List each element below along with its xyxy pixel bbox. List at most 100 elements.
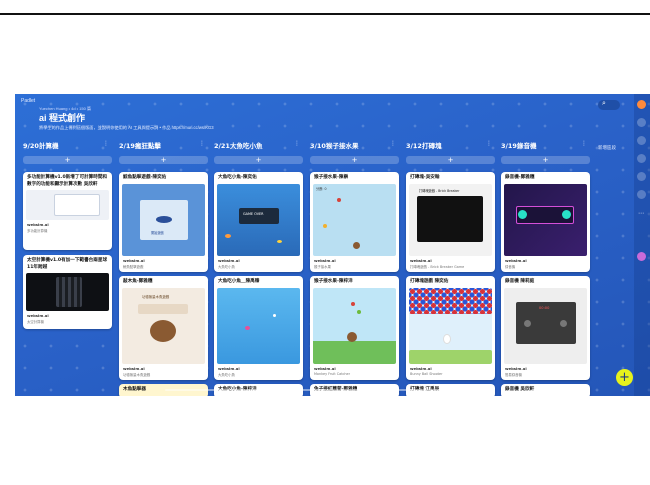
post-thumbnail: [504, 183, 587, 256]
horizontal-scrollbar[interactable]: [15, 388, 634, 392]
post-card[interactable]: 多功能計算機v1.0新增了可計算時間和數字的功能和顯示計算次數 吳欣軒 webs…: [23, 172, 112, 250]
column-1: 9/20計算機 ⋮ + 多功能計算機v1.0新增了可計算時間和數字的功能和顯示計…: [23, 140, 112, 388]
post-title: 鯨魚點擊遊戲-陳奕佑: [123, 175, 167, 180]
post-card[interactable]: 鯨魚點擊遊戲-陳奕佑 開始遊戲 websim.ai 鯨魚點擊遊戲: [119, 172, 208, 272]
post-title: 太空計算機v1.0有加一下範書台兩星球11年跨越: [27, 258, 108, 270]
add-post-fab[interactable]: +: [616, 369, 633, 386]
post-thumbnail: 分數: 0: [313, 183, 396, 256]
column-menu-icon[interactable]: ⋮: [486, 140, 492, 147]
collab-icon[interactable]: [637, 252, 646, 261]
brand-logo[interactable]: Padlet: [21, 98, 35, 104]
board-title: ai 程式創作: [39, 113, 86, 123]
post-caption: 猴子接水果: [314, 264, 331, 269]
add-post-button[interactable]: +: [119, 156, 208, 164]
column-menu-icon[interactable]: ⋮: [294, 140, 300, 147]
post-thumbnail: 功德無量木魚遊戲: [122, 287, 205, 364]
post-caption: 錄音機: [505, 264, 516, 269]
thumb-label: 分數: 0: [316, 186, 327, 191]
settings-icon[interactable]: [637, 190, 646, 199]
column-menu-icon[interactable]: ⋮: [390, 140, 396, 147]
add-section-label[interactable]: 新增區段: [598, 145, 616, 151]
top-divider: [0, 13, 650, 15]
post-title: 猴子接水果-陳梓洋: [314, 279, 353, 284]
post-card[interactable]: 打磚塊遊戲 陳奕佑 websim.ai Bunny Ball Shooter: [406, 276, 495, 380]
post-source[interactable]: websim.ai: [119, 364, 208, 371]
post-title: 猴子接水果-陳楙: [314, 175, 349, 180]
post-source[interactable]: websim.ai: [310, 256, 399, 263]
post-title: 打磚塊-吳安翰: [410, 175, 440, 180]
column-3: 2/21大魚吃小魚 ⋮ + 大魚吃小魚-陳奕佑 GAME OVER websim…: [214, 140, 303, 396]
column-title: 3/12打磚塊: [406, 142, 442, 150]
post-source[interactable]: websim.ai: [501, 256, 590, 263]
edit-icon[interactable]: [637, 118, 646, 127]
post-caption: 多功能計算機: [27, 229, 48, 233]
post-source[interactable]: websim.ai: [310, 364, 399, 371]
scrollbar-thumb[interactable]: [165, 389, 485, 391]
post-thumbnail: 打磚塊遊戲 - Brick Breaker: [409, 183, 492, 256]
post-thumbnail: [217, 287, 300, 364]
post-source[interactable]: websim.ai: [23, 220, 112, 227]
post-source[interactable]: websim.ai: [214, 364, 303, 371]
post-source[interactable]: websim.ai: [406, 256, 495, 263]
post-card[interactable]: 錄音機-鄭雅穗 websim.ai 錄音機: [501, 172, 590, 272]
post-title: 打磚塊遊戲 陳奕佑: [410, 279, 449, 284]
post-thumbnail: [409, 287, 492, 364]
post-title: 大魚吃小魚-陳奕佑: [218, 175, 257, 180]
column-menu-icon[interactable]: ⋮: [103, 140, 109, 147]
post-caption: 大魚吃小魚: [218, 264, 235, 269]
post-title: 大魚吃小魚＿陳禹臻: [218, 279, 260, 284]
add-post-button[interactable]: +: [214, 156, 303, 164]
post-caption: 大魚吃小魚: [218, 372, 235, 377]
post-title: 多功能計算機v1.0新增了可計算時間和數字的功能和顯示計算次數 吳欣軒: [27, 175, 108, 187]
post-card[interactable]: 敲木魚-鄭雅穗 功德無量木魚遊戲 websim.ai 功德無量木魚遊戲: [119, 276, 208, 380]
column-4: 3/10猴子接水果 ⋮ + 猴子接水果-陳楙 分數: 0 websim.ai 猴…: [310, 140, 399, 396]
post-card[interactable]: 大魚吃小魚-陳奕佑 GAME OVER websim.ai 大魚吃小魚: [214, 172, 303, 272]
avatar[interactable]: [637, 100, 646, 109]
search-icon: ⌕: [602, 99, 606, 107]
column-menu-icon[interactable]: ⋮: [581, 140, 587, 147]
post-card[interactable]: 錄音機 陳莉庭 00:00 websim.ai 簡易錄音機: [501, 276, 590, 380]
thumb-label: GAME OVER: [243, 211, 264, 216]
post-thumbnail: 開始遊戲: [122, 183, 205, 256]
right-toolbar: ⋯: [634, 94, 650, 396]
page: Padlet Yuechen Huang • 4d • 150 篇 ai 程式創…: [0, 0, 650, 485]
column-2: 2/19瘋狂點擊 ⋮ + 鯨魚點擊遊戲-陳奕佑 開始遊戲 websim.ai 鯨…: [119, 140, 208, 396]
more-icon[interactable]: ⋯: [638, 210, 644, 217]
post-caption: Bunny Ball Shooter: [410, 371, 443, 376]
post-caption: 功德無量木魚遊戲: [123, 372, 151, 377]
post-source[interactable]: websim.ai: [406, 364, 495, 371]
add-post-button[interactable]: +: [501, 156, 590, 164]
remake-icon[interactable]: [637, 154, 646, 163]
thumb-label: 開始遊戲: [151, 230, 164, 235]
post-thumbnail: [26, 190, 109, 220]
search-button[interactable]: ⌕: [598, 99, 620, 110]
share-icon[interactable]: [637, 136, 646, 145]
add-post-button[interactable]: +: [310, 156, 399, 164]
thumb-label: 打磚塊遊戲 - Brick Breaker: [419, 188, 460, 193]
thumb-label: 功德無量木魚遊戲: [142, 294, 170, 299]
post-source[interactable]: websim.ai: [214, 256, 303, 263]
column-title: 3/10猴子接水果: [310, 142, 359, 150]
post-source[interactable]: websim.ai: [501, 364, 590, 371]
add-post-button[interactable]: +: [23, 156, 112, 164]
add-post-button[interactable]: +: [406, 156, 495, 164]
post-thumbnail: [26, 273, 109, 311]
post-caption: 太空計算機: [27, 320, 44, 324]
column-menu-icon[interactable]: ⋮: [199, 140, 205, 147]
post-title: 錄音機 陳莉庭: [505, 279, 535, 284]
post-title: 敲木魚-鄭雅穗: [123, 279, 153, 284]
post-thumbnail: GAME OVER: [217, 183, 300, 256]
post-card[interactable]: 太空計算機v1.0有加一下範書台兩星球11年跨越 websim.ai 太空計算機: [23, 255, 112, 329]
slideshow-icon[interactable]: [637, 172, 646, 181]
column-title: 3/19錄音機: [501, 142, 537, 150]
post-source[interactable]: websim.ai: [23, 311, 112, 318]
post-card[interactable]: 打磚塊-吳安翰 打磚塊遊戲 - Brick Breaker websim.ai …: [406, 172, 495, 272]
post-thumbnail: 00:00: [504, 287, 587, 364]
post-card[interactable]: 猴子接水果-陳梓洋 websim.ai Monkey Fruit Catcher: [310, 276, 399, 380]
post-thumbnail: [313, 287, 396, 364]
post-caption: 簡易錄音機: [505, 372, 522, 377]
post-card[interactable]: 猴子接水果-陳楙 分數: 0 websim.ai 猴子接水果: [310, 172, 399, 272]
board-subtitle: 將學生的作品上傳到這個版面，並說明你使用的 AI 工具與提示詞 • 作品 htt…: [39, 125, 214, 130]
post-card[interactable]: 大魚吃小魚＿陳禹臻 websim.ai 大魚吃小魚: [214, 276, 303, 380]
post-source[interactable]: websim.ai: [119, 256, 208, 263]
